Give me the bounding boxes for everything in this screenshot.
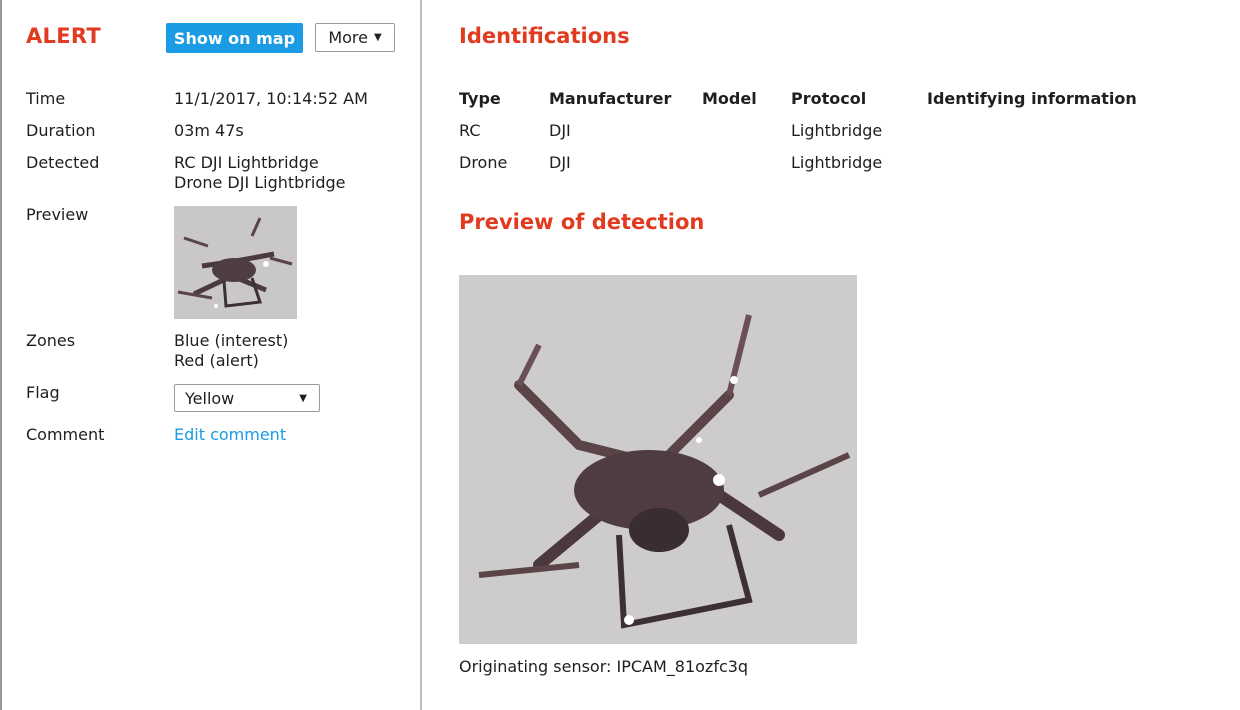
time-label: Time bbox=[26, 89, 66, 108]
preview-of-detection-title: Preview of detection bbox=[459, 210, 705, 234]
col-header-manufacturer: Manufacturer bbox=[549, 89, 672, 108]
col-header-protocol: Protocol bbox=[791, 89, 867, 108]
col-header-identifying-information: Identifying information bbox=[927, 89, 1137, 108]
flag-select[interactable]: Yellow ▼ bbox=[174, 384, 320, 412]
chevron-down-icon: ▼ bbox=[299, 392, 307, 404]
panel-divider bbox=[420, 0, 422, 710]
more-button-label: More bbox=[328, 28, 368, 47]
cell-manufacturer: DJI bbox=[549, 153, 571, 172]
caret-down-icon: ▼ bbox=[373, 32, 382, 43]
flag-label: Flag bbox=[26, 383, 60, 402]
edit-comment-link[interactable]: Edit comment bbox=[174, 425, 286, 444]
zone-blue: Blue (interest) bbox=[174, 331, 289, 350]
flag-selected-value: Yellow bbox=[185, 388, 235, 408]
more-dropdown-button[interactable]: More ▼ bbox=[315, 23, 395, 52]
cell-protocol: Lightbridge bbox=[791, 153, 883, 172]
duration-value: 03m 47s bbox=[174, 121, 244, 140]
detected-drone: Drone DJI Lightbridge bbox=[174, 173, 346, 192]
window-left-border bbox=[0, 0, 2, 710]
zone-red: Red (alert) bbox=[174, 351, 259, 370]
show-on-map-button[interactable]: Show on map bbox=[166, 23, 303, 53]
drone-image bbox=[459, 275, 857, 644]
detected-rc: RC DJI Lightbridge bbox=[174, 153, 319, 172]
detected-label: Detected bbox=[26, 153, 100, 172]
time-value: 11/1/2017, 10:14:52 AM bbox=[174, 89, 368, 108]
identifications-title: Identifications bbox=[459, 24, 630, 48]
drone-thumbnail-image bbox=[174, 206, 297, 319]
detected-values: RC DJI Lightbridge Drone DJI Lightbridge bbox=[174, 153, 346, 193]
zones-label: Zones bbox=[26, 331, 76, 350]
col-header-type: Type bbox=[459, 89, 501, 108]
preview-thumbnail[interactable] bbox=[174, 206, 297, 319]
originating-sensor-text: Originating sensor: IPCAM_81ozfc3q bbox=[459, 657, 749, 676]
comment-label: Comment bbox=[26, 425, 105, 444]
cell-type: RC bbox=[459, 121, 481, 140]
zones-values: Blue (interest) Red (alert) bbox=[174, 331, 288, 371]
duration-label: Duration bbox=[26, 121, 96, 140]
alert-title: ALERT bbox=[26, 24, 102, 48]
col-header-model: Model bbox=[702, 89, 757, 108]
cell-manufacturer: DJI bbox=[549, 121, 571, 140]
preview-label: Preview bbox=[26, 205, 89, 224]
cell-protocol: Lightbridge bbox=[791, 121, 883, 140]
cell-type: Drone bbox=[459, 153, 508, 172]
detection-preview-image bbox=[459, 275, 857, 644]
